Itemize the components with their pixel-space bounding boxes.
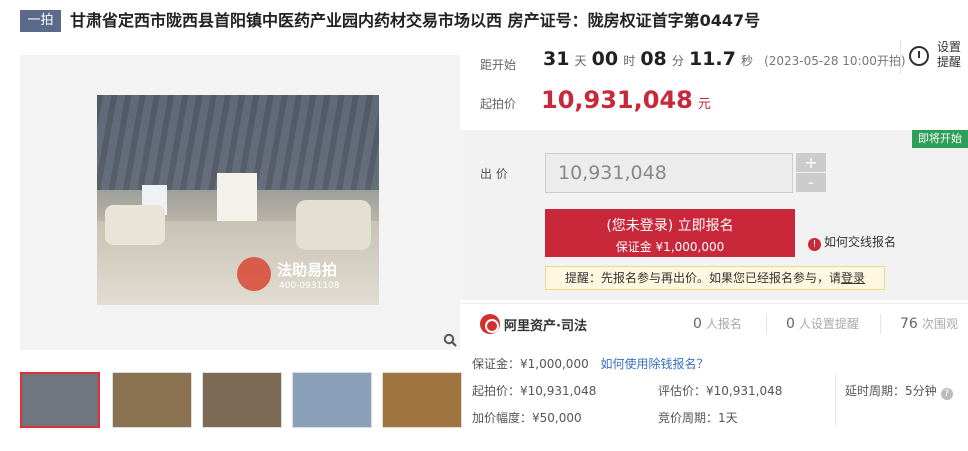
auction-round-badge: 一拍 [20, 10, 61, 32]
alarm-clock-icon [909, 46, 929, 66]
watermark-phone: 400-0931108 [279, 281, 340, 291]
page-title: 甘肃省定西市陇西县首阳镇中医药产业园内药材交易市场以西 房产证号：陇房权证首字第… [70, 11, 761, 30]
info-icon: ! [808, 238, 821, 251]
image-gallery: 法助易拍 400-0931108 [20, 55, 460, 350]
photo-box [217, 173, 257, 223]
set-reminder-label: 设置提醒 [937, 40, 962, 69]
register-now-button[interactable]: (您未登录) 立即报名 保证金 ¥1,000,000 [545, 209, 795, 257]
stat-views: 76 次围观 [900, 315, 958, 332]
start-price-label: 起拍价 [480, 97, 517, 111]
stat-count: 76 [900, 316, 918, 332]
platform-stats-row: 阿里资产·司法 0 人报名 0 人设置提醒 76 次围观 [460, 303, 968, 343]
set-reminder-button[interactable]: 设置提醒 [900, 40, 968, 74]
stat-label: 次围观 [921, 317, 958, 331]
reminder-notice: 提醒：先报名参与再出价。如果您已经报名参与，请登录 [545, 266, 885, 290]
watermark-logo-icon [237, 257, 271, 291]
divider [835, 374, 836, 426]
status-badge: 即将开始 [912, 130, 968, 148]
zoom-search-icon[interactable] [443, 333, 457, 351]
bid-decrease-button[interactable]: - [796, 173, 826, 192]
countdown-timer: 31 天 00 时 08 分 11.7 秒 (2023-05-28 10:00开… [543, 48, 906, 70]
divider [880, 314, 881, 334]
platform-name: 阿里资产·司法 [504, 319, 587, 334]
stat-count: 0 [693, 316, 702, 332]
how-to-pay-label: 如何交线报名 [824, 235, 897, 249]
countdown-days-unit: 天 [574, 54, 587, 68]
countdown-minutes-unit: 分 [671, 54, 684, 68]
start-price-value: 10,931,048 [541, 86, 693, 114]
stat-label: 人设置提醒 [798, 317, 859, 331]
countdown-minutes: 08 [640, 48, 667, 70]
stat-count: 0 [786, 316, 795, 332]
login-link[interactable]: 登录 [841, 271, 865, 285]
countdown-seconds-unit: 秒 [740, 54, 753, 68]
deposit-info: 保证金：¥1,000,000 如何使用除钱报名？ [472, 355, 709, 372]
countdown-seconds: 11.7 [688, 48, 736, 70]
ali-asset-logo-icon [480, 314, 500, 334]
delay-text: 延时周期：5分钟 [845, 384, 937, 398]
thumbnail[interactable] [202, 372, 282, 428]
photo-sacks [296, 200, 371, 250]
photo-sacks [105, 205, 165, 245]
stat-reminders: 0 人设置提醒 [786, 315, 859, 332]
increment-info: 加价幅度：¥50,000 [472, 411, 582, 425]
start-price-info: 起拍价：¥10,931,048 [472, 384, 597, 398]
thumbnail[interactable] [20, 372, 100, 428]
watermark-text: 法助易拍 [277, 261, 338, 279]
start-price: 10,931,048 元 [541, 86, 711, 114]
start-price-unit: 元 [697, 97, 711, 112]
bidding-cycle-info: 竞价周期：1天 [658, 411, 738, 425]
deposit-help-link[interactable]: 如何使用除钱报名？ [601, 357, 709, 371]
countdown-hours: 00 [591, 48, 619, 70]
countdown-label: 距开始 [480, 58, 517, 72]
divider [766, 314, 767, 334]
thumbnail[interactable] [292, 372, 372, 428]
thumbnail[interactable] [112, 372, 192, 428]
help-icon[interactable]: ? [940, 388, 953, 400]
countdown-days: 31 [543, 48, 570, 70]
bid-label: 出 价 [480, 167, 508, 181]
register-button-label: (您未登录) 立即报名 [606, 218, 734, 234]
bid-price-input[interactable]: 10,931,048 [545, 153, 793, 193]
delay-info: 延时周期：5分钟? [845, 382, 953, 400]
main-property-photo[interactable]: 法助易拍 400-0931108 [97, 95, 379, 305]
bid-increase-button[interactable]: + [796, 153, 826, 172]
appraisal-info: 评估价：¥10,931,048 [658, 384, 783, 398]
deposit-text: 保证金：¥1,000,000 [472, 357, 589, 371]
auction-start-time: (2023-05-28 10:00开拍) [764, 54, 906, 68]
stat-label: 人报名 [705, 317, 742, 331]
countdown-hours-unit: 时 [623, 54, 636, 68]
how-to-pay-link[interactable]: ! 如何交线报名 [808, 233, 896, 251]
stat-signups: 0 人报名 [693, 315, 742, 332]
reminder-text: 提醒：先报名参与再出价。如果您已经报名参与，请 [564, 271, 841, 285]
thumbnail[interactable] [382, 372, 462, 428]
register-deposit-label: 保证金 ¥1,000,000 [615, 240, 725, 254]
